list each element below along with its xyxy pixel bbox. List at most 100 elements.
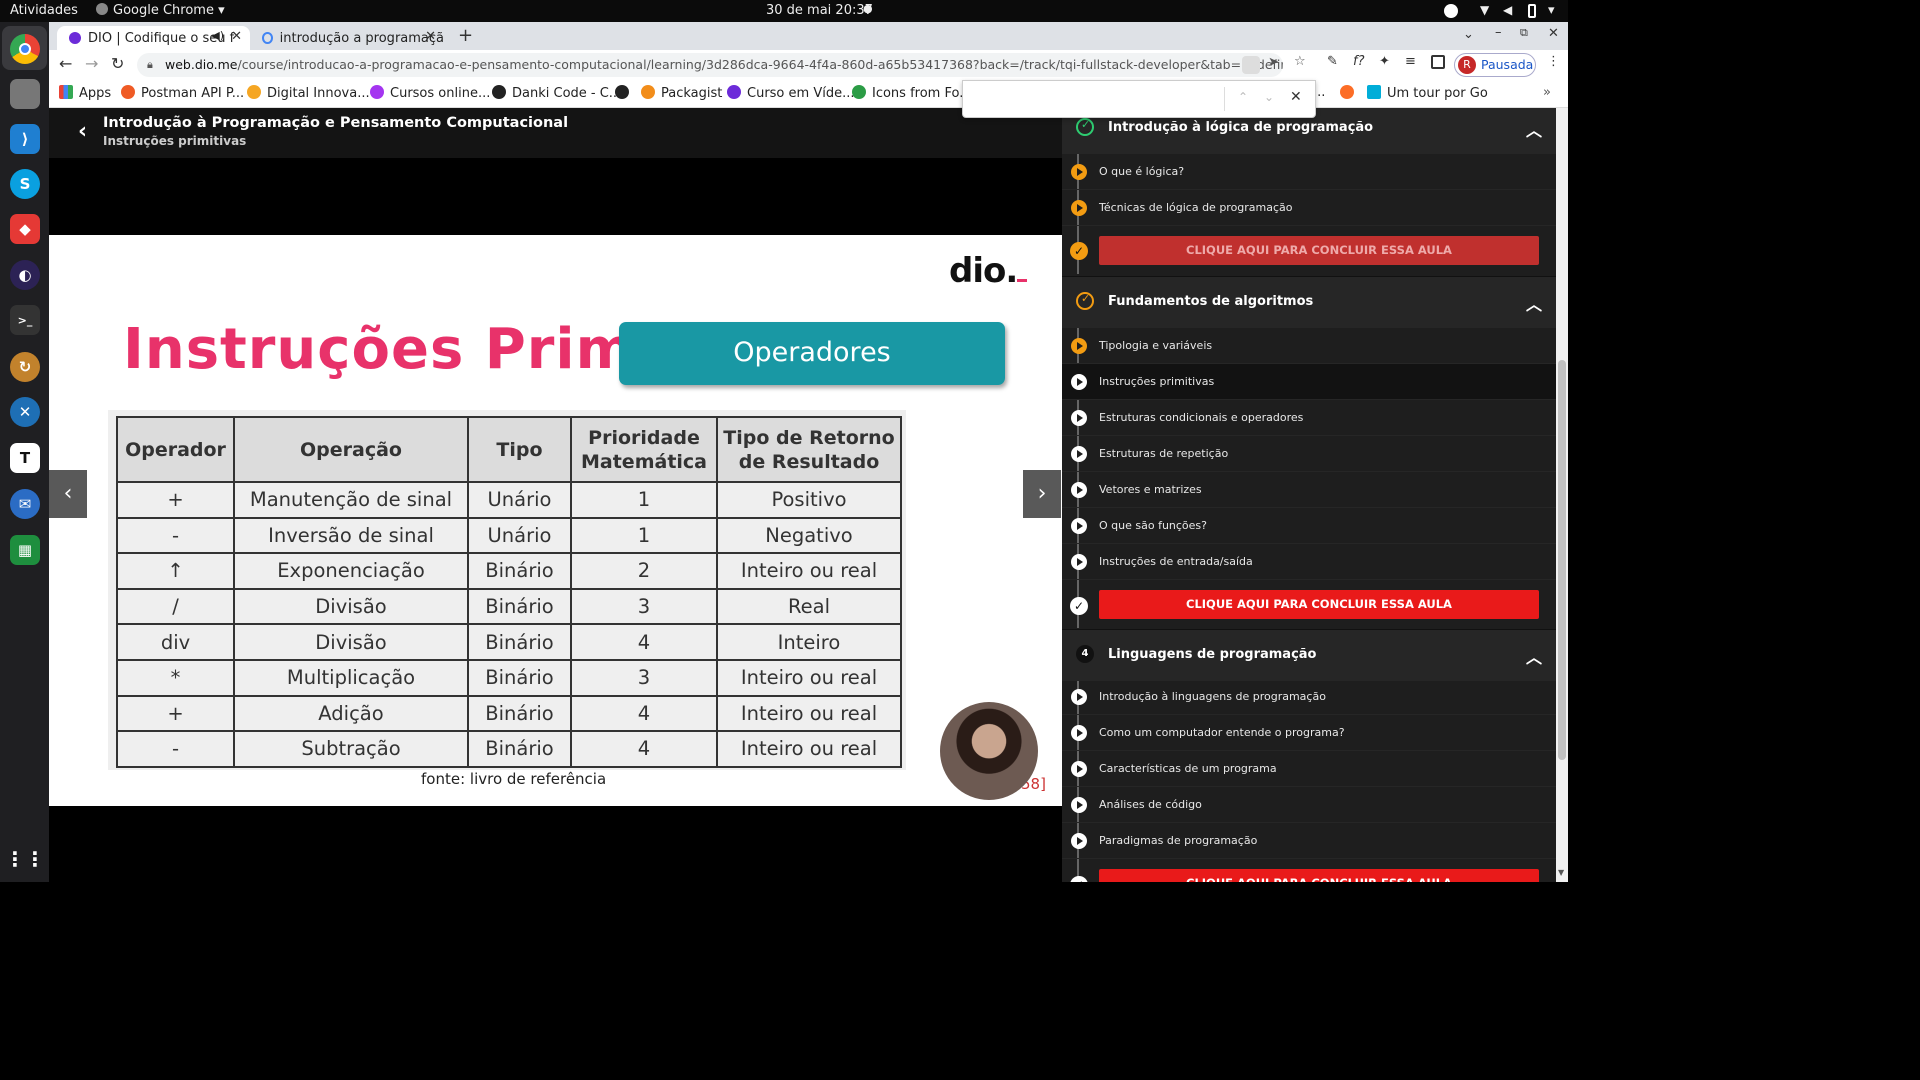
lesson-item[interactable]: Técnicas de lógica de programação (1062, 190, 1556, 226)
collapse-chevron-icon[interactable]: ︿ (1526, 117, 1542, 141)
skype-icon[interactable]: S (10, 169, 40, 199)
lesson-item[interactable]: Análises de código (1062, 787, 1556, 823)
find-previous-icon[interactable]: ⌃ (1238, 90, 1248, 104)
activities-button[interactable]: Atividades (10, 3, 78, 18)
play-icon (1071, 689, 1087, 705)
bookmark-star-icon[interactable]: ☆ (1294, 54, 1306, 69)
find-next-icon[interactable]: ⌄ (1264, 90, 1274, 104)
apps-grid-icon (59, 85, 73, 99)
bookmark-cursoemvideo[interactable]: Curso em Víde... (727, 85, 854, 101)
app-menu[interactable]: Google Chrome ▾ (96, 3, 225, 18)
collapse-chevron-icon[interactable]: ︿ (1526, 291, 1542, 315)
minimize-icon[interactable]: – (1495, 25, 1502, 40)
tab-dio[interactable]: DIO | Codifique o seu f ◀) ✕ (57, 26, 250, 50)
clock[interactable]: 30 de mai 20:37 (766, 3, 873, 18)
operators-box: Operadores (619, 322, 1005, 385)
collapse-chevron-icon[interactable]: ︿ (1526, 644, 1542, 668)
lesson-item[interactable]: Estruturas condicionais e operadores (1062, 400, 1556, 436)
restore-icon[interactable]: ⧉ (1520, 26, 1528, 40)
previous-slide-button[interactable]: ‹ (49, 470, 87, 518)
table-cell: 4 (570, 623, 718, 661)
function-extension-icon[interactable]: f? (1353, 54, 1364, 69)
table-row: / Divisão Binário 3 Real (116, 587, 902, 626)
lesson-item[interactable]: Paradigmas de programação (1062, 823, 1556, 859)
lesson-item[interactable]: Vetores e matrizes (1062, 472, 1556, 508)
find-input[interactable] (971, 87, 1221, 111)
module-header-algorithms[interactable]: ✓ Fundamentos de algoritmos ︿ (1062, 276, 1556, 328)
files-icon[interactable] (10, 79, 40, 109)
chrome-menu-icon[interactable]: ⋮ (1547, 54, 1560, 69)
side-panel-icon[interactable] (1431, 55, 1445, 69)
bookmark-danki[interactable]: Danki Code - C... (492, 85, 621, 101)
lesson-item[interactable]: Tipologia e variáveis (1062, 328, 1556, 364)
bookmark-udemy[interactable]: Cursos online... (370, 85, 490, 101)
lesson-item[interactable]: Como um computador entende o programa? (1062, 715, 1556, 751)
conclude-lesson-button[interactable]: CLIQUE AQUI PARA CONCLUIR ESSA AULA (1099, 869, 1539, 882)
update-icon[interactable]: ↻ (10, 352, 40, 382)
back-chevron-icon[interactable]: ‹ (78, 119, 87, 144)
send-icon[interactable]: ➤ (1268, 55, 1279, 70)
media-controls-icon[interactable]: ≡ (1405, 54, 1416, 69)
tab-google[interactable]: introdução a programaçã ✕ (254, 26, 444, 50)
eclipse-icon[interactable]: ◐ (10, 260, 40, 290)
close-tab-icon[interactable]: ✕ (231, 29, 242, 44)
bookmark-apps[interactable]: Apps (59, 85, 111, 101)
next-slide-button[interactable]: › (1023, 470, 1061, 518)
install-app-icon[interactable] (1242, 56, 1260, 74)
conclude-lesson-button[interactable]: CLIQUE AQUI PARA CONCLUIR ESSA AULA (1099, 590, 1539, 619)
system-menu-caret-icon[interactable]: ▾ (1548, 3, 1555, 18)
eyedropper-extension-icon[interactable]: ✎ (1327, 54, 1338, 69)
lesson-item[interactable]: Instruções de entrada/saída (1062, 544, 1556, 580)
apps-grid-icon[interactable]: ⋮⋮ (5, 844, 45, 874)
module-header-languages[interactable]: 4 Linguagens de programação ︿ (1062, 629, 1556, 681)
table-header: Tipo (467, 416, 572, 483)
dio-icon (247, 85, 261, 99)
anydesk-icon[interactable]: ◆ (10, 214, 40, 244)
vscode-icon[interactable]: ⟩ (10, 124, 40, 154)
new-tab-icon[interactable]: + (458, 25, 473, 46)
battery-icon[interactable] (1528, 4, 1536, 18)
udemy-icon (370, 85, 384, 99)
lesson-item-active[interactable]: Instruções primitivas (1062, 364, 1556, 400)
thunderbird-icon[interactable]: ✉ (10, 489, 40, 519)
play-orange-icon (1071, 338, 1087, 354)
spreadsheet-icon[interactable]: ▦ (10, 535, 40, 565)
address-bar[interactable]: 🔒︎ web.dio.me/course/introducao-a-progra… (137, 53, 1283, 77)
tab-search-icon[interactable]: ⌄ (1463, 27, 1474, 42)
typora-icon[interactable]: T (10, 443, 40, 473)
bookmark-gitlab[interactable] (1340, 85, 1360, 101)
bookmark-packagist[interactable]: Packagist (641, 85, 722, 101)
bookmark-unnamed[interactable] (615, 85, 635, 101)
lesson-item[interactable]: Introdução à linguagens de programação (1062, 679, 1556, 715)
bookmark-icons[interactable]: Icons from Fo... (852, 85, 972, 101)
reload-icon[interactable]: ↻ (111, 54, 124, 73)
volume-icon[interactable]: ◀ (1503, 3, 1512, 17)
lesson-item[interactable]: Características de um programa (1062, 751, 1556, 787)
tool-icon[interactable]: ✕ (10, 397, 40, 427)
sidebar-scrollbar[interactable]: ▼ (1556, 108, 1568, 882)
wifi-icon[interactable]: ▼ (1480, 3, 1489, 17)
forward-icon[interactable]: → (85, 54, 98, 73)
lesson-item[interactable]: O que são funções? (1062, 508, 1556, 544)
close-tab-icon[interactable]: ✕ (425, 29, 436, 44)
back-icon[interactable]: ← (59, 54, 72, 73)
bookmark-go-tour[interactable]: Um tour por Go (1367, 85, 1488, 101)
profile-button[interactable]: R Pausada (1454, 53, 1536, 77)
video-slide[interactable]: dio. Instruções Primitivas Operadores Op… (49, 235, 1062, 806)
find-close-icon[interactable]: ✕ (1290, 89, 1302, 105)
scrollbar-thumb[interactable] (1558, 360, 1566, 760)
bookmark-postman[interactable]: Postman API P... (121, 85, 244, 101)
scroll-down-icon[interactable]: ▼ (1558, 868, 1564, 877)
bookmark-dio[interactable]: Digital Innova... (247, 85, 370, 101)
terminal-icon[interactable]: >_ (10, 305, 40, 335)
more-bookmarks-icon[interactable]: » (1543, 85, 1551, 100)
lesson-item[interactable]: Estruturas de repetição (1062, 436, 1556, 472)
chrome-icon[interactable] (10, 34, 40, 64)
google-favicon-icon (262, 32, 273, 44)
lesson-item[interactable]: O que é lógica? (1062, 154, 1556, 190)
skype-tray-icon[interactable] (1444, 4, 1458, 18)
close-window-icon[interactable]: ✕ (1548, 26, 1559, 41)
conclude-lesson-button[interactable]: CLIQUE AQUI PARA CONCLUIR ESSA AULA (1099, 236, 1539, 265)
audio-playing-icon[interactable]: ◀) (211, 29, 224, 42)
extensions-icon[interactable]: ✦ (1379, 54, 1390, 69)
